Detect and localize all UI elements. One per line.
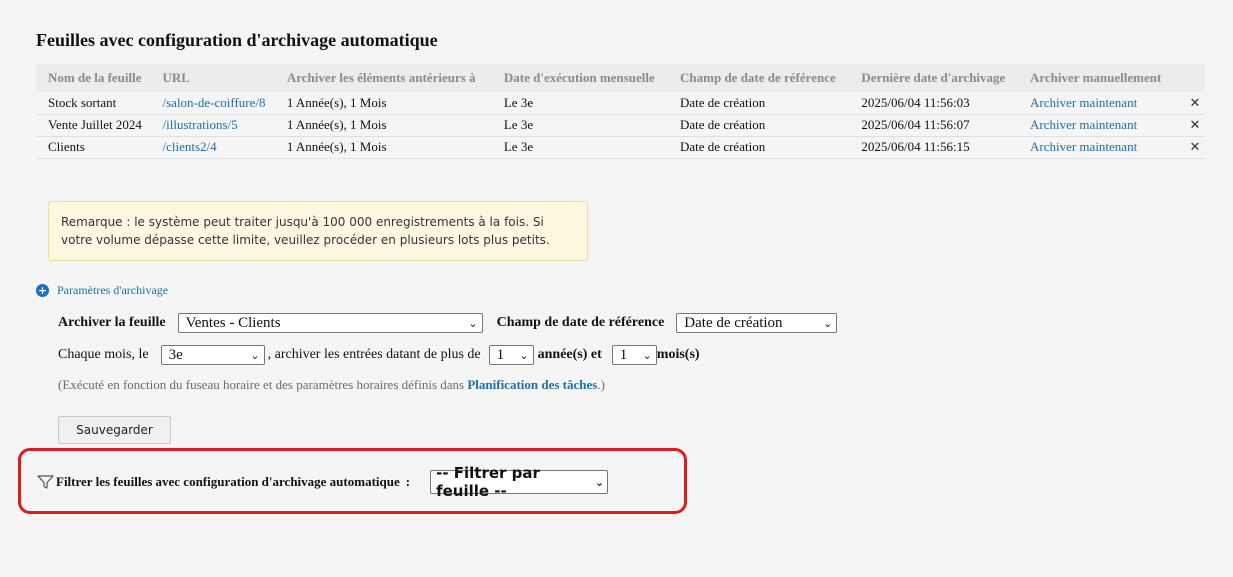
col-delete: [1173, 64, 1205, 92]
table-row: Stock sortant /salon-de-coiffure/8 1 Ann…: [36, 92, 1205, 114]
chevron-down-icon: ⌄: [823, 316, 833, 330]
last-archive-date: 2025/06/04 11:56:15: [861, 139, 970, 154]
filter-icon: [37, 475, 54, 489]
sheet-name: Vente Juillet 2024: [48, 117, 142, 132]
last-archive-date: 2025/06/04 11:56:07: [861, 117, 970, 132]
save-button[interactable]: Sauvegarder: [58, 416, 171, 444]
ref-field-value: Date de création: [684, 314, 783, 331]
hint-suffix: .): [597, 377, 605, 392]
archive-sheet-value: Ventes - Clients: [185, 314, 281, 331]
older-than: 1 Année(s), 1 Mois: [286, 94, 387, 110]
delete-icon[interactable]: ✕: [1190, 96, 1201, 111]
day-value: 3e: [168, 346, 183, 363]
filter-colon: :: [405, 474, 411, 489]
ref-field: Date de création: [680, 117, 766, 132]
sheet-settings-row: Archiver la feuille Ventes - Clients ⌄ C…: [58, 312, 838, 334]
archive-now-link[interactable]: Archiver maintenant: [1018, 92, 1173, 114]
years-value: 1: [496, 346, 505, 363]
chevron-down-icon: ⌄: [250, 348, 260, 362]
ref-field-label: Champ de date de référence: [496, 315, 665, 330]
sheet-url-link[interactable]: /salon-de-coiffure/8: [151, 92, 275, 114]
older-than: 1 Année(s), 1 Mois: [286, 117, 387, 132]
col-monthly-date: Date d'exécution mensuelle: [503, 70, 655, 85]
last-archive-date: 2025/06/04 11:56:03: [861, 94, 970, 110]
sheet-url-link[interactable]: /clients2/4: [151, 136, 275, 158]
table-header-row: Nom de la feuille URL Archiver les éléme…: [36, 64, 1205, 92]
schedule-row: Chaque mois, le 3e ⌄ , archiver les entr…: [58, 344, 700, 366]
filter-select-value: -- Filtrer par feuille --: [436, 464, 540, 500]
col-manual-archive: Archiver manuellement: [1029, 70, 1162, 85]
sheet-name: Clients: [48, 139, 85, 154]
chevron-down-icon: ⌄: [519, 348, 529, 362]
sheet-name: Stock sortant: [48, 94, 117, 110]
page-title: Feuilles avec configuration d'archivage …: [36, 30, 438, 50]
filter-row: Filtrer les feuilles avec configuration …: [37, 464, 609, 500]
ref-field-select[interactable]: Date de création ⌄: [676, 313, 838, 333]
ref-field: Date de création: [680, 94, 766, 110]
months-select[interactable]: 1 ⌄: [611, 345, 657, 365]
archive-settings-toggle[interactable]: + Paramètres d'archivage: [36, 283, 168, 298]
years-label: année(s) et: [537, 347, 602, 362]
col-sheet-name: Nom de la feuille: [48, 70, 142, 85]
table-row: Clients /clients2/4 1 Année(s), 1 Mois L…: [36, 136, 1205, 158]
each-month-label: Chaque mois, le: [58, 347, 149, 362]
remark-notice: Remarque : le système peut traiter jusqu…: [48, 201, 588, 261]
table-row: Vente Juillet 2024 /illustrations/5 1 An…: [36, 114, 1205, 136]
col-last-archive: Dernière date d'archivage: [861, 70, 1006, 85]
chevron-down-icon: ⌄: [594, 475, 605, 489]
years-select[interactable]: 1 ⌄: [488, 345, 534, 365]
delete-icon[interactable]: ✕: [1190, 118, 1201, 133]
filter-label: Filtrer les feuilles avec configuration …: [56, 474, 400, 489]
task-scheduling-link[interactable]: Planification des tâches: [467, 377, 597, 392]
schedule-hint: (Exécuté en fonction du fuseau horaire e…: [58, 377, 605, 393]
col-ref-field: Champ de date de référence: [680, 70, 836, 85]
older-than: 1 Année(s), 1 Mois: [286, 139, 387, 154]
monthly-date: Le 3e: [503, 117, 534, 132]
archive-older-label: , archiver les entrées datant de plus de: [267, 347, 481, 362]
ref-field: Date de création: [680, 139, 766, 154]
day-select[interactable]: 3e ⌄: [160, 345, 265, 365]
remark-text: Remarque : le système peut traiter jusqu…: [61, 215, 550, 247]
archive-now-link[interactable]: Archiver maintenant: [1018, 136, 1173, 158]
archive-settings-label[interactable]: Paramètres d'archivage: [57, 283, 168, 298]
sheet-url-link[interactable]: /illustrations/5: [151, 114, 275, 136]
archive-now-link[interactable]: Archiver maintenant: [1018, 114, 1173, 136]
monthly-date: Le 3e: [503, 139, 534, 154]
chevron-down-icon: ⌄: [468, 316, 478, 330]
col-url: URL: [162, 70, 190, 85]
months-value: 1: [619, 346, 628, 363]
archive-config-table: Nom de la feuille URL Archiver les éléme…: [36, 64, 1205, 159]
monthly-date: Le 3e: [503, 94, 534, 110]
filter-sheet-select[interactable]: -- Filtrer par feuille -- ⌄: [430, 464, 609, 500]
archive-sheet-label: Archiver la feuille: [58, 315, 166, 330]
delete-icon[interactable]: ✕: [1190, 140, 1201, 155]
chevron-down-icon: ⌄: [642, 348, 652, 362]
hint-prefix: (Exécuté en fonction du fuseau horaire e…: [58, 377, 465, 392]
archive-sheet-select[interactable]: Ventes - Clients ⌄: [177, 313, 483, 333]
plus-circle-icon: +: [36, 284, 49, 297]
months-label: mois(s): [656, 347, 700, 362]
col-older-than: Archiver les éléments antérieurs à: [286, 70, 476, 85]
